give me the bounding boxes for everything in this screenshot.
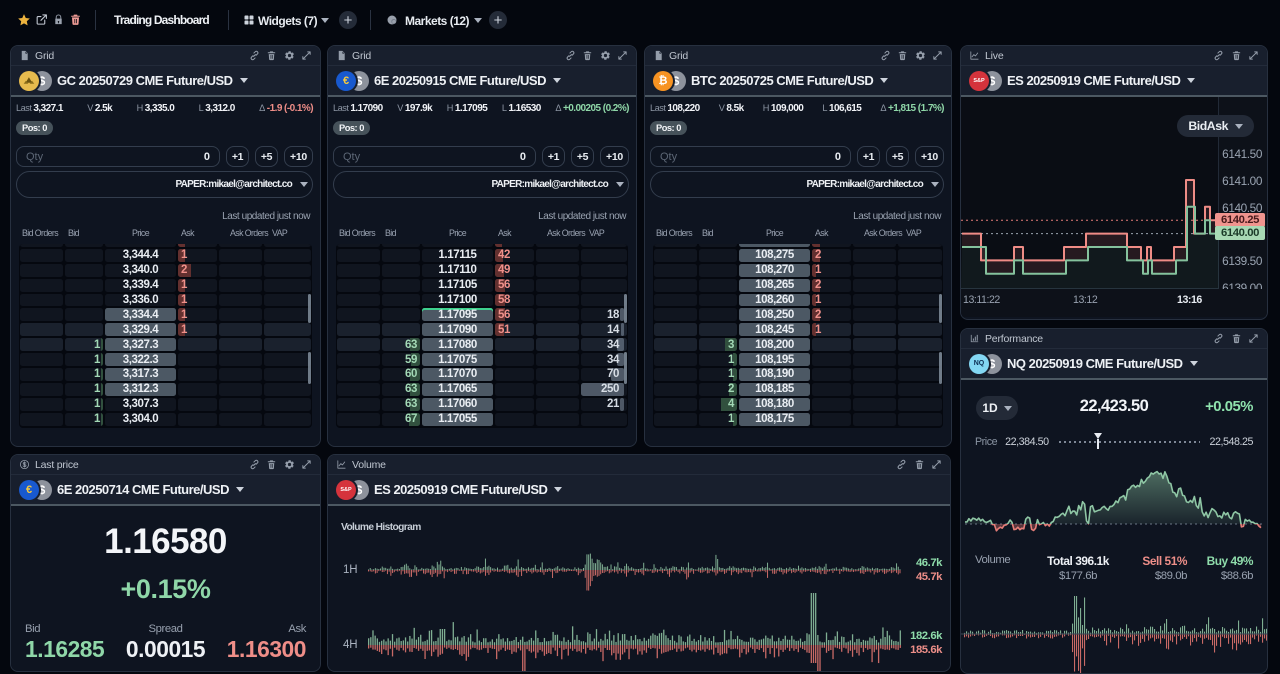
svg-text:$: $ <box>989 357 996 371</box>
svg-text:$: $ <box>989 74 996 88</box>
svg-text:$: $ <box>356 74 363 88</box>
svg-text:$: $ <box>673 74 680 88</box>
svg-text:$: $ <box>39 483 46 497</box>
svg-text:$: $ <box>356 483 363 497</box>
svg-text:$: $ <box>39 74 46 88</box>
